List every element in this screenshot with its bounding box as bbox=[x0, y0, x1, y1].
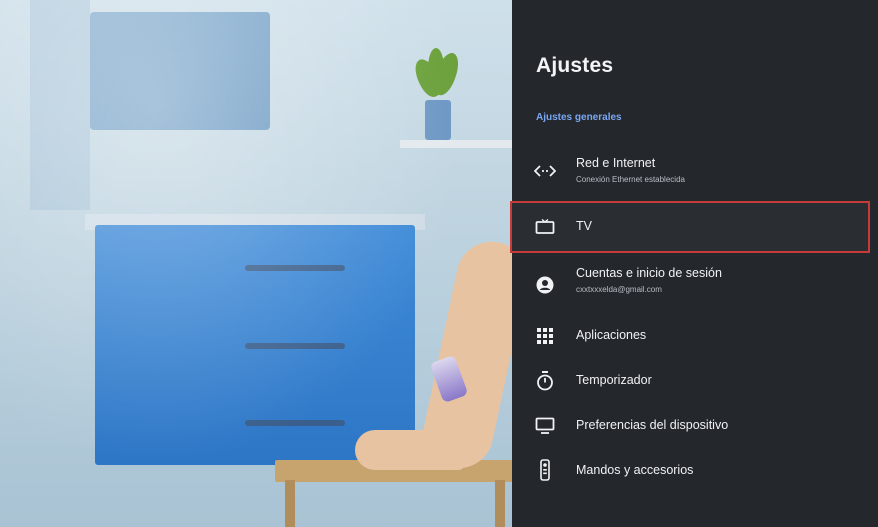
settings-panel: Ajustes Ajustes generales Red e Internet… bbox=[510, 0, 878, 527]
menu-item-label: Red e Internet bbox=[576, 156, 656, 170]
menu-item-label: Cuentas e inicio de sesión bbox=[576, 266, 722, 280]
menu-item-label: TV bbox=[576, 219, 592, 233]
menu-item-timer[interactable]: Temporizador bbox=[512, 360, 872, 406]
background-content-image bbox=[0, 0, 520, 527]
section-label: Ajustes generales bbox=[536, 112, 622, 123]
network-icon bbox=[534, 160, 556, 182]
menu-item-sublabel: Conexión Ethernet establecida bbox=[576, 175, 685, 184]
timer-icon bbox=[534, 370, 556, 392]
menu-item-sublabel: cxxtxxxelda@gmail.com bbox=[576, 285, 662, 294]
menu-item-label: Aplicaciones bbox=[576, 328, 647, 342]
tv-screen: Ajustes Ajustes generales Red e Internet… bbox=[0, 0, 878, 527]
menu-item-network[interactable]: Red e Internet Conexión Ethernet estable… bbox=[512, 150, 872, 196]
account-icon bbox=[534, 274, 556, 296]
menu-item-label: Mandos y accesorios bbox=[576, 463, 694, 477]
menu-item-label: Temporizador bbox=[576, 373, 652, 387]
menu-item-accounts[interactable]: Cuentas e inicio de sesión cxxtxxxelda@g… bbox=[512, 260, 872, 306]
monitor-icon bbox=[534, 415, 556, 437]
page-title: Ajustes bbox=[536, 54, 614, 77]
menu-item-label: Preferencias del dispositivo bbox=[576, 418, 729, 432]
menu-item-remotes[interactable]: Mandos y accesorios bbox=[512, 450, 872, 496]
remote-icon bbox=[534, 459, 556, 481]
tv-icon bbox=[534, 216, 556, 238]
apps-grid-icon bbox=[534, 325, 556, 347]
menu-item-apps[interactable]: Aplicaciones bbox=[512, 315, 872, 361]
menu-item-tv[interactable]: TV bbox=[510, 201, 870, 253]
menu-item-device-preferences[interactable]: Preferencias del dispositivo bbox=[512, 405, 872, 451]
